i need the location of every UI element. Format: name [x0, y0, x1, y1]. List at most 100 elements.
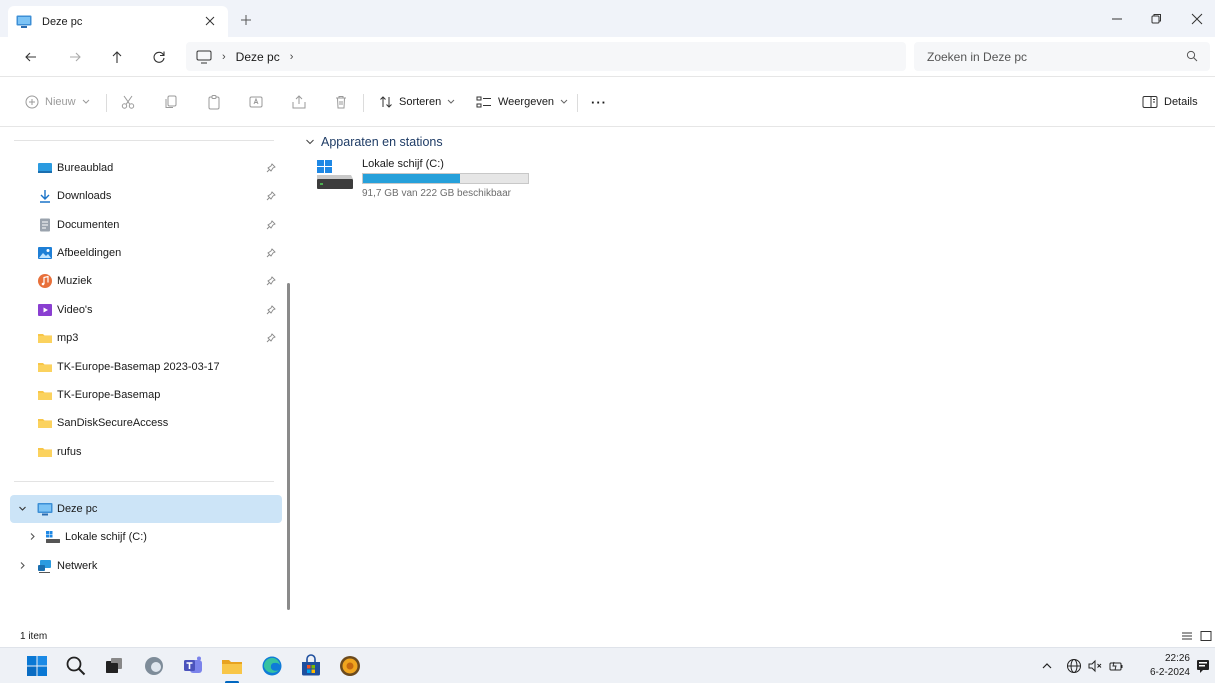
pin-icon[interactable] — [266, 220, 276, 230]
details-button[interactable]: Details — [1142, 92, 1198, 112]
delete-icon[interactable] — [333, 92, 349, 112]
chevron-right-icon[interactable]: › — [290, 51, 294, 63]
sidebar-item-downloads[interactable]: Downloads — [10, 182, 282, 210]
search-icon[interactable] — [64, 654, 88, 678]
windows-start-icon[interactable] — [25, 654, 49, 678]
drive-tile-c[interactable]: Lokale schijf (C:) 91,7 GB van 222 GB be… — [315, 156, 555, 200]
music-icon — [37, 273, 53, 289]
up-icon[interactable] — [108, 48, 126, 66]
sidebar-item-videos[interactable]: Video's — [10, 296, 282, 324]
drive-icon — [315, 158, 357, 192]
tab-title: Deze pc — [42, 15, 83, 28]
chevron-right-icon[interactable]: › — [222, 51, 226, 63]
search-box[interactable] — [914, 42, 1210, 71]
view-button[interactable]: Weergeven — [476, 92, 568, 112]
sidebar-item-afbeeldingen[interactable]: Afbeeldingen — [10, 239, 282, 267]
monitor-icon — [196, 50, 212, 64]
volume-muted-icon[interactable] — [1086, 657, 1104, 675]
sidebar-item-label: Netwerk — [57, 560, 98, 572]
drive-usage-fill — [363, 174, 460, 183]
task-view-icon[interactable] — [102, 654, 126, 678]
pin-icon[interactable] — [266, 191, 276, 201]
plus-circle-icon — [25, 95, 39, 109]
globe-icon[interactable] — [1065, 657, 1083, 675]
more-options-button[interactable]: ··· — [591, 92, 607, 112]
search-input[interactable] — [927, 49, 1167, 64]
new-tab-icon[interactable] — [238, 12, 254, 28]
sidebar-item-netwerk[interactable]: Netwerk — [10, 552, 282, 580]
sidebar-item-bureaublad[interactable]: Bureaublad — [10, 154, 282, 182]
sidebar-item-mp3[interactable]: mp3 — [10, 324, 282, 352]
refresh-icon[interactable] — [150, 48, 168, 66]
toolbar-divider — [106, 94, 107, 112]
search-icon[interactable] — [1186, 50, 1198, 62]
sidebar-item-documenten[interactable]: Documenten — [10, 211, 282, 239]
sidebar-item-tk-europe-basemap-2023[interactable]: TK-Europe-Basemap 2023-03-17 — [10, 353, 282, 381]
notification-icon[interactable] — [1194, 657, 1212, 675]
pin-icon[interactable] — [266, 276, 276, 286]
title-bar: Deze pc — [0, 0, 1215, 37]
chevron-down-icon — [447, 99, 455, 105]
details-label: Details — [1164, 96, 1198, 108]
copy-icon[interactable] — [163, 92, 179, 112]
tiles-view-icon[interactable] — [1199, 629, 1213, 643]
sort-button[interactable]: Sorteren — [379, 92, 455, 112]
new-button[interactable]: Nieuw — [25, 92, 90, 112]
sidebar-item-sandisksecureaccess[interactable]: SanDiskSecureAccess — [10, 409, 282, 437]
teams-icon[interactable] — [181, 654, 205, 678]
sidebar-item-tk-europe-basemap[interactable]: TK-Europe-Basemap — [10, 381, 282, 409]
group-title: Apparaten en stations — [321, 135, 443, 149]
new-label: Nieuw — [45, 96, 76, 108]
minimize-icon[interactable] — [1108, 10, 1126, 28]
restore-icon[interactable] — [1147, 10, 1165, 28]
cut-icon[interactable] — [120, 92, 136, 112]
share-icon[interactable] — [291, 92, 307, 112]
chevron-down-icon[interactable] — [18, 504, 27, 513]
app-icon[interactable] — [338, 654, 362, 678]
nav-scrollbar[interactable] — [287, 283, 290, 610]
edge-beta-icon[interactable] — [142, 654, 166, 678]
rename-icon[interactable] — [248, 92, 264, 112]
chevron-down-icon[interactable] — [305, 138, 315, 146]
folder-icon — [37, 359, 53, 375]
pin-icon[interactable] — [266, 333, 276, 343]
clock-date[interactable]: 6-2-2024 — [1135, 667, 1190, 678]
back-icon[interactable] — [22, 48, 40, 66]
taskbar: 22:26 6-2-2024 — [0, 647, 1215, 683]
chevron-up-icon[interactable] — [1038, 657, 1056, 675]
clock-time[interactable]: 22:26 — [1150, 653, 1190, 664]
sidebar-item-lokale-schijf[interactable]: Lokale schijf (C:) — [18, 523, 290, 551]
close-tab-icon[interactable] — [202, 13, 218, 29]
pin-icon[interactable] — [266, 248, 276, 258]
address-bar: › Deze pc › — [0, 37, 1215, 77]
breadcrumb[interactable]: › Deze pc › — [186, 42, 906, 71]
sidebar-item-label: TK-Europe-Basemap — [57, 389, 161, 401]
forward-icon[interactable] — [66, 48, 84, 66]
group-header-apparaten[interactable]: Apparaten en stations — [305, 135, 443, 149]
chevron-right-icon[interactable] — [18, 561, 27, 570]
pin-icon[interactable] — [266, 163, 276, 173]
view-icon — [476, 95, 492, 109]
file-explorer-icon[interactable] — [220, 654, 244, 678]
this-pc-icon — [37, 501, 53, 517]
store-icon[interactable] — [299, 654, 323, 678]
navigation-pane: Bureaublad Downloads Documenten Afbeeldi… — [0, 128, 296, 624]
details-pane-icon — [1142, 95, 1158, 109]
chevron-right-icon[interactable] — [28, 532, 37, 541]
battery-icon[interactable] — [1107, 657, 1125, 675]
pin-icon[interactable] — [266, 305, 276, 315]
nav-divider — [14, 140, 274, 141]
command-bar: Nieuw Sorteren Weergeven ··· Details — [0, 77, 1215, 127]
sidebar-item-muziek[interactable]: Muziek — [10, 267, 282, 295]
sidebar-item-rufus[interactable]: rufus — [10, 438, 282, 466]
tab-deze-pc[interactable]: Deze pc — [8, 6, 228, 37]
sidebar-item-deze-pc[interactable]: Deze pc — [10, 495, 282, 523]
item-count: 1 item — [20, 631, 48, 642]
breadcrumb-item-deze-pc[interactable]: Deze pc — [236, 50, 280, 64]
paste-icon[interactable] — [206, 92, 222, 112]
edge-icon[interactable] — [260, 654, 284, 678]
close-icon[interactable] — [1188, 10, 1206, 28]
network-icon — [37, 558, 53, 574]
toolbar-divider — [363, 94, 364, 112]
details-view-icon[interactable] — [1180, 629, 1194, 643]
